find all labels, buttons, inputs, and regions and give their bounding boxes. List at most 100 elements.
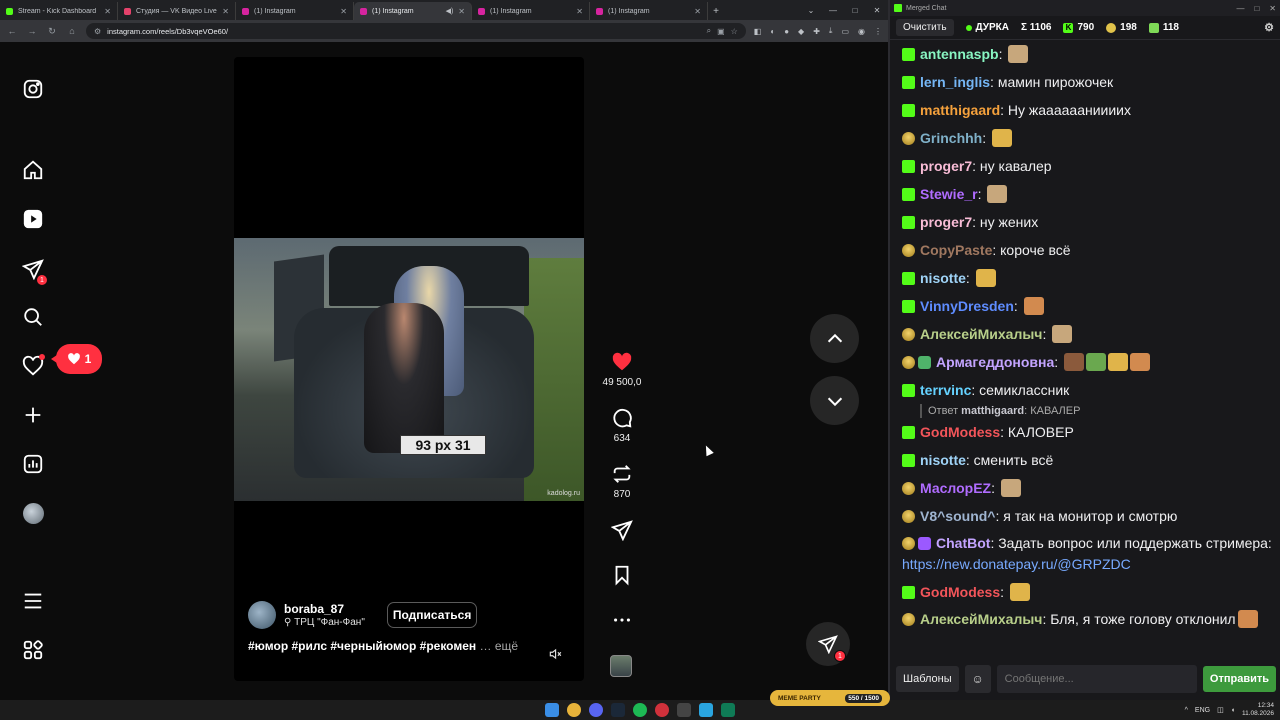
close-tab-icon[interactable]: ✕ xyxy=(340,7,347,16)
bookmark-star-icon[interactable]: ☆ xyxy=(731,27,738,36)
instagram-logo-icon[interactable] xyxy=(20,76,46,102)
comment-action[interactable]: 634 xyxy=(596,407,648,444)
follow-button[interactable]: Подписаться xyxy=(386,602,478,628)
profile-icon[interactable]: ◉ xyxy=(858,27,865,36)
network-icon[interactable]: ◫ xyxy=(1217,706,1224,714)
chat-username[interactable]: Stewie_r xyxy=(920,186,978,202)
home-button[interactable]: ⌂ xyxy=(66,26,78,36)
next-reel-button[interactable] xyxy=(810,376,859,425)
repost-icon[interactable] xyxy=(611,463,633,485)
emoji-button[interactable]: ☺ xyxy=(964,665,991,693)
zoom-icon[interactable]: ⌕ xyxy=(707,26,711,36)
send-button[interactable]: Отправить xyxy=(1202,666,1276,692)
bookmark-icon[interactable] xyxy=(611,564,633,586)
extension-icon[interactable]: ◐ xyxy=(770,27,775,36)
chat-username[interactable]: proger7 xyxy=(920,214,972,230)
chat-username[interactable]: GodModess xyxy=(920,424,1000,440)
minimize-button[interactable]: — xyxy=(822,0,844,20)
chat-username[interactable]: matthigaard xyxy=(920,102,1000,118)
chat-username[interactable]: ChatBot xyxy=(936,535,990,551)
messages-icon[interactable]: 1 xyxy=(20,256,48,286)
notifications-heart-icon[interactable] xyxy=(20,353,46,379)
app-icon[interactable] xyxy=(721,703,735,717)
split-view-icon[interactable]: ▭ xyxy=(841,27,849,36)
extension-icon[interactable]: ◆ xyxy=(798,27,804,36)
audio-thumbnail[interactable] xyxy=(610,655,632,677)
create-plus-icon[interactable] xyxy=(20,402,46,428)
author-name[interactable]: boraba_87 xyxy=(284,602,365,616)
forward-button[interactable]: → xyxy=(26,26,38,36)
chat-username[interactable]: АлексейМихалыч xyxy=(920,611,1042,627)
search-icon[interactable] xyxy=(20,304,46,330)
author-avatar[interactable] xyxy=(248,601,276,629)
volume-icon[interactable]: ◖ xyxy=(1231,707,1235,714)
reel-player[interactable]: 93 рх 31 kadolog.ru boraba_87 ⚲ ТРЦ "Фан… xyxy=(234,57,584,681)
messages-float-button[interactable]: 1 xyxy=(806,622,850,666)
previous-reel-button[interactable] xyxy=(810,314,859,363)
telegram-app-icon[interactable] xyxy=(699,703,713,717)
caption-more-link[interactable]: … ещё xyxy=(480,639,519,653)
browser-tab[interactable]: (1) Instagram ✕ xyxy=(236,2,354,20)
chrome-app-icon[interactable] xyxy=(567,703,581,717)
chat-link[interactable]: https://new.donatepay.ru/@GRPZDC xyxy=(902,556,1131,572)
also-from-meta-icon[interactable] xyxy=(20,637,46,663)
browser-tab[interactable]: Студия — VK Видео Live ✕ xyxy=(118,2,236,20)
menu-kebab-icon[interactable]: ⋮ xyxy=(874,27,882,36)
comment-icon[interactable] xyxy=(611,407,633,429)
app-icon[interactable] xyxy=(655,703,669,717)
profile-avatar[interactable] xyxy=(20,500,46,526)
tray-chevron-icon[interactable]: ^ xyxy=(1185,707,1188,714)
chat-username[interactable]: Армагеддоновна xyxy=(936,354,1054,370)
steam-app-icon[interactable] xyxy=(611,703,625,717)
ellipsis-icon[interactable] xyxy=(611,609,633,631)
chat-username[interactable]: proger7 xyxy=(920,158,972,174)
maximize-button[interactable]: □ xyxy=(844,0,866,20)
chat-username[interactable]: МаслорEZ xyxy=(920,480,991,496)
reel-video[interactable]: 93 рх 31 kadolog.ru xyxy=(234,238,584,501)
tab-search-icon[interactable]: ⌄ xyxy=(800,0,822,20)
mute-toggle-icon[interactable] xyxy=(548,647,562,664)
chat-message-list[interactable]: antennaspb: lern_inglis: мамин пирожочек… xyxy=(890,40,1280,660)
browser-tab[interactable]: (1) Instagram ◀) ✕ xyxy=(354,2,472,20)
clock[interactable]: 12:34 11.08.2026 xyxy=(1242,702,1274,718)
share-send-icon[interactable] xyxy=(611,519,633,541)
extensions-puzzle-icon[interactable]: ✚ xyxy=(813,27,820,36)
chat-username[interactable]: АлексейМихалыч xyxy=(920,326,1042,342)
language-indicator[interactable]: ENG xyxy=(1195,707,1210,714)
home-icon[interactable] xyxy=(20,157,46,183)
download-icon[interactable]: ⤓ xyxy=(829,26,833,36)
more-options[interactable] xyxy=(596,609,648,631)
translate-icon[interactable]: ▣ xyxy=(717,27,725,36)
minimize-button[interactable]: — xyxy=(1236,4,1244,13)
chat-username[interactable]: GodModess xyxy=(920,584,1000,600)
close-window-button[interactable]: ✕ xyxy=(1269,4,1276,13)
repost-action[interactable]: 870 xyxy=(596,463,648,500)
start-button-icon[interactable] xyxy=(545,703,559,717)
dashboard-icon[interactable] xyxy=(20,451,46,477)
spotify-app-icon[interactable] xyxy=(633,703,647,717)
site-info-icon[interactable]: ⚙ xyxy=(94,27,101,36)
like-heart-icon[interactable] xyxy=(611,351,633,373)
chat-username[interactable]: Grinchhh xyxy=(920,130,982,146)
obs-app-icon[interactable] xyxy=(677,703,691,717)
chat-username[interactable]: V8^sound^ xyxy=(920,508,995,524)
close-tab-icon[interactable]: ✕ xyxy=(694,7,701,16)
maximize-button[interactable]: □ xyxy=(1254,4,1259,13)
browser-tab[interactable]: (1) Instagram ✕ xyxy=(472,2,590,20)
chat-username[interactable]: antennaspb xyxy=(920,46,999,62)
save-action[interactable] xyxy=(596,564,648,586)
extension-icon[interactable]: ◧ xyxy=(754,27,762,36)
chat-username[interactable]: lern_inglis xyxy=(920,74,990,90)
close-tab-icon[interactable]: ✕ xyxy=(104,7,111,16)
new-tab-button[interactable]: + xyxy=(708,2,724,20)
close-window-button[interactable]: ✕ xyxy=(866,0,888,20)
chat-username[interactable]: terrvinc xyxy=(920,382,971,398)
more-menu-icon[interactable] xyxy=(20,588,46,614)
tab-audio-icon[interactable]: ◀) xyxy=(446,7,454,15)
message-input[interactable] xyxy=(996,665,1197,693)
chat-username[interactable]: CopyPaste xyxy=(920,242,992,258)
close-tab-icon[interactable]: ✕ xyxy=(576,7,583,16)
extension-icon[interactable]: ● xyxy=(784,27,789,36)
like-action[interactable]: 49 500,0 xyxy=(596,351,648,388)
location-tag[interactable]: ⚲ ТРЦ "Фан-Фан" xyxy=(284,617,365,628)
